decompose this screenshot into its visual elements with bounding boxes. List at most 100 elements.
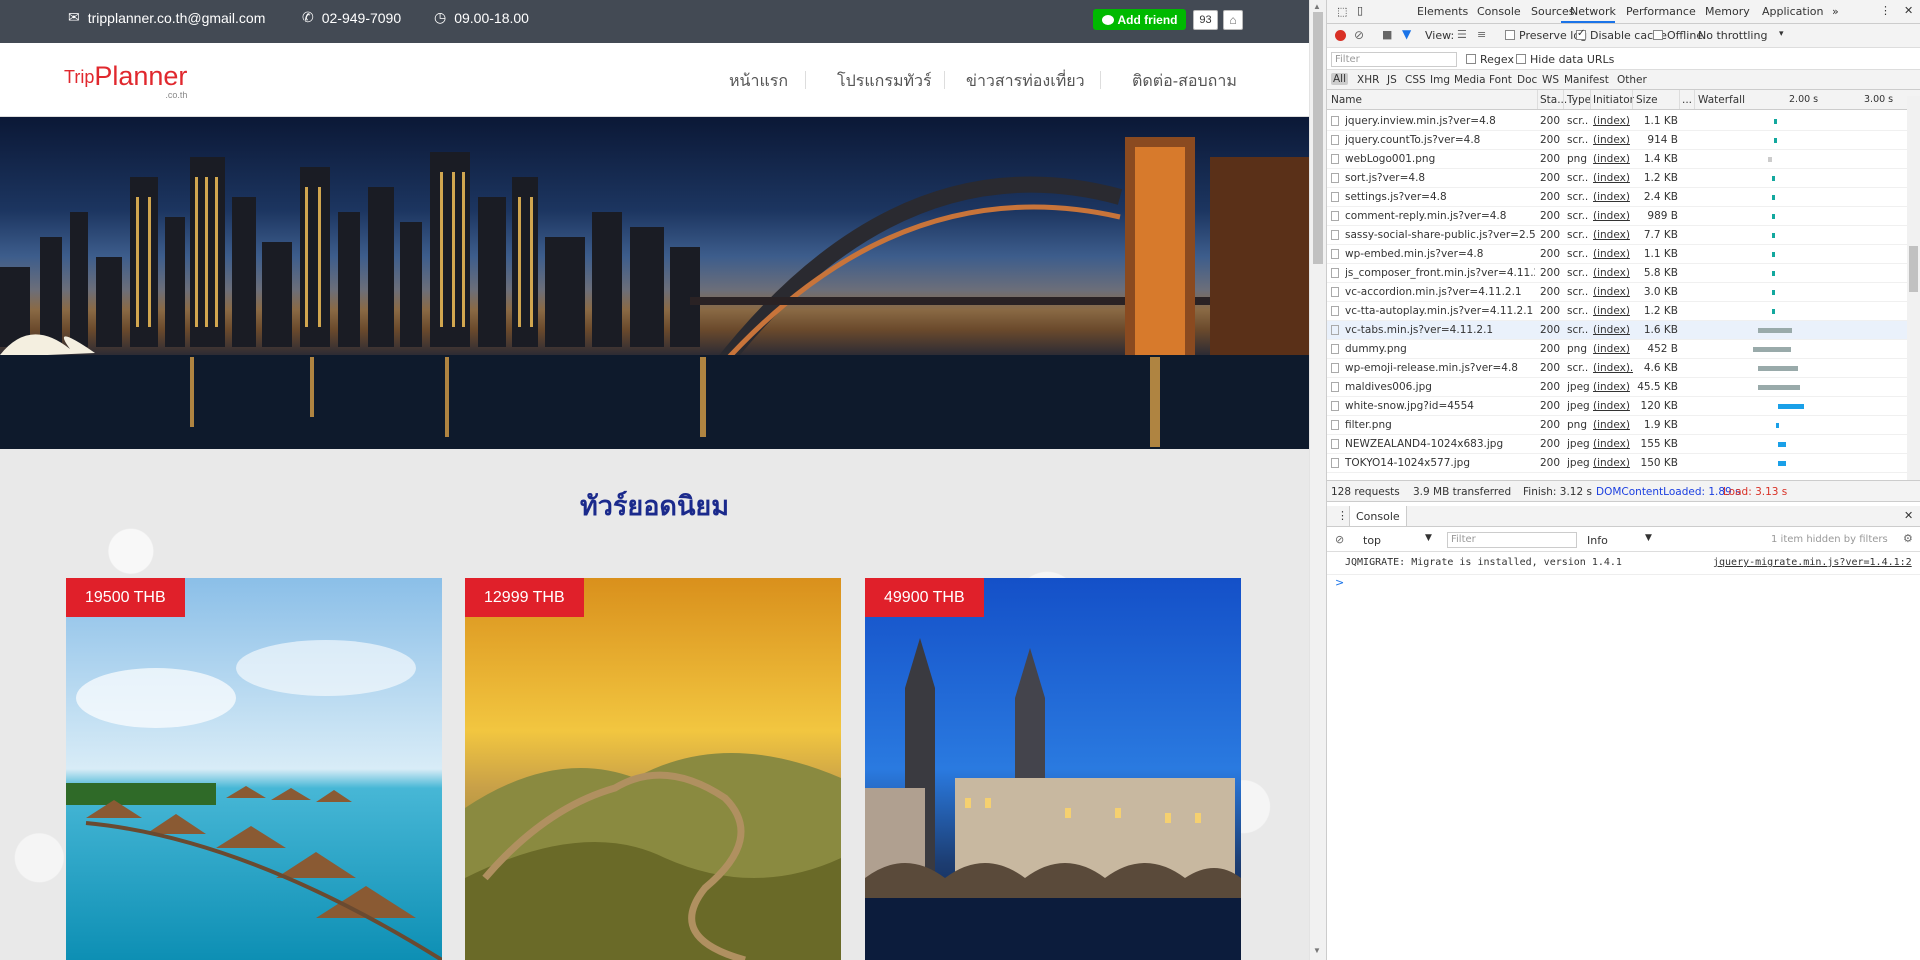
type-font[interactable]: Font [1489,74,1512,86]
request-row[interactable]: maldives006.jpg 200 jpeg (index) 45.5 KB [1327,378,1907,397]
col-more[interactable]: ... [1682,94,1692,106]
tab-performance[interactable]: Performance [1626,5,1696,18]
scroll-down-arrow[interactable]: ▼ [1313,946,1321,955]
type-img[interactable]: Img [1430,74,1450,86]
chevron-down-icon[interactable]: ▾ [1779,29,1784,39]
request-initiator[interactable]: (index)... [1593,362,1633,374]
tour-card-great-wall[interactable]: 12999 THB [465,578,841,960]
console-filter-input[interactable]: Filter [1447,532,1577,548]
request-row[interactable]: vc-tabs.min.js?ver=4.11.2.1 200 scr... (ind… [1327,321,1907,340]
log-level-select[interactable]: Info [1587,534,1608,547]
request-row[interactable]: wp-embed.min.js?ver=4.8 200 scr... (index) 1… [1327,245,1907,264]
console-message-source[interactable]: jquery-migrate.min.js?ver=1.4.1:2 [1713,557,1912,568]
type-doc[interactable]: Doc [1517,74,1537,86]
type-js[interactable]: JS [1387,74,1397,86]
request-initiator[interactable]: (index) [1593,153,1633,165]
request-row[interactable]: jquery.inview.min.js?ver=4.8 200 scr... (in… [1327,112,1907,131]
home-icon[interactable]: ⌂ [1223,10,1243,30]
request-initiator[interactable]: (index) [1593,191,1633,203]
type-all[interactable]: All [1331,73,1349,85]
request-initiator[interactable]: (index) [1593,229,1633,241]
request-row[interactable]: vc-tta-autoplay.min.js?ver=4.11.2.1 200 sc… [1327,302,1907,321]
camera-icon[interactable]: ■ [1382,28,1392,41]
tab-console[interactable]: Console [1477,5,1521,18]
preserve-log-checkbox[interactable]: Preserve log [1505,29,1587,42]
regex-checkbox[interactable]: Regex [1466,53,1514,66]
request-initiator[interactable]: (index) [1593,115,1633,127]
type-xhr[interactable]: XHR [1357,74,1379,86]
chevron-down-icon[interactable]: ▼ [1425,533,1432,543]
device-toolbar-icon[interactable]: ▯ [1357,4,1363,17]
menu-home[interactable]: หน้าแรก [729,69,788,94]
type-media[interactable]: Media [1454,74,1486,86]
request-initiator[interactable]: (index) [1593,267,1633,279]
tab-application[interactable]: Application [1762,5,1823,18]
request-initiator[interactable]: (index) [1593,381,1633,393]
request-row[interactable]: wp-emoji-release.min.js?ver=4.8 200 scr...… [1327,359,1907,378]
request-initiator[interactable]: (index) [1593,210,1633,222]
network-filter-input[interactable]: Filter [1331,52,1457,67]
hide-data-urls-checkbox[interactable]: Hide data URLs [1516,53,1614,66]
scrollbar-thumb[interactable] [1313,12,1323,264]
request-row[interactable]: TOKYO14-1024x577.jpg 200 jpeg (index) 150 KB [1327,454,1907,473]
request-row[interactable]: dummy.png 200 png (index) 452 B [1327,340,1907,359]
request-initiator[interactable]: (index) [1593,305,1633,317]
request-row[interactable]: js_composer_front.min.js?ver=4.11.2.1 200… [1327,264,1907,283]
scrollbar-thumb[interactable] [1909,246,1918,292]
request-row[interactable]: jquery.countTo.js?ver=4.8 200 scr... (index… [1327,131,1907,150]
request-row[interactable]: filter.png 200 png (index) 1.9 KB [1327,416,1907,435]
request-row[interactable]: sort.js?ver=4.8 200 scr... (index) 1.2 KB [1327,169,1907,188]
clear-console-icon[interactable]: ⊘ [1335,533,1344,546]
filter-icon[interactable]: ▼ [1402,27,1411,41]
col-waterfall[interactable]: Waterfall [1698,94,1745,106]
request-row[interactable]: comment-reply.min.js?ver=4.8 200 scr... (in… [1327,207,1907,226]
tab-memory[interactable]: Memory [1705,5,1750,18]
col-type[interactable]: Type [1567,94,1591,106]
tab-network[interactable]: Network [1570,5,1616,18]
request-initiator[interactable]: (index) [1593,457,1633,469]
kebab-menu-icon[interactable]: ⋮ [1880,4,1891,17]
request-initiator[interactable]: (index) [1593,438,1633,450]
tour-card-prague[interactable]: 49900 THB [865,578,1241,960]
menu-contact[interactable]: ติดต่อ-สอบถาม [1132,69,1237,94]
gear-icon[interactable]: ⚙ [1903,532,1913,545]
tab-elements[interactable]: Elements [1417,5,1468,18]
drawer-menu-icon[interactable]: ⋮ [1337,509,1348,522]
col-initiator[interactable]: Initiator [1593,94,1634,106]
add-friend-button[interactable]: Add friend [1093,9,1186,30]
large-rows-icon[interactable]: ☰ [1457,28,1467,41]
request-row[interactable]: white-snow.jpg?id=4554 200 jpeg (index) 120 … [1327,397,1907,416]
close-drawer-icon[interactable]: ✕ [1904,509,1913,522]
request-initiator[interactable]: (index) [1593,400,1633,412]
menu-travel-news[interactable]: ข่าวสารท่องเที่ยว [966,69,1085,94]
overview-icon[interactable]: ≡ [1477,28,1486,41]
request-initiator[interactable]: (index) [1593,172,1633,184]
tab-sources[interactable]: Sources [1531,5,1575,18]
col-size[interactable]: Size [1636,94,1658,106]
type-css[interactable]: CSS [1405,74,1426,86]
record-icon[interactable] [1335,30,1346,41]
tour-card-maldives[interactable]: 19500 THB [66,578,442,960]
menu-tour-programs[interactable]: โปรแกรมทัวร์ [837,69,932,94]
request-row[interactable]: NEWZEALAND4-1024x683.jpg 200 jpeg (index) 15… [1327,435,1907,454]
request-row[interactable]: vc-accordion.min.js?ver=4.11.2.1 200 scr..… [1327,283,1907,302]
request-initiator[interactable]: (index) [1593,248,1633,260]
type-other[interactable]: Other [1617,74,1647,86]
request-row[interactable]: webLogo001.png 200 png (index) 1.4 KB [1327,150,1907,169]
col-name[interactable]: Name [1331,94,1362,106]
throttling-select[interactable]: No throttling [1698,29,1767,42]
console-drawer-tab[interactable]: Console [1349,506,1407,526]
phone-contact[interactable]: ✆ 02-949-7090 [302,9,401,26]
type-ws[interactable]: WS [1542,74,1559,86]
type-manifest[interactable]: Manifest [1564,74,1609,86]
close-icon[interactable]: ✕ [1904,4,1913,17]
request-initiator[interactable]: (index) [1593,343,1633,355]
request-row[interactable]: sassy-social-share-public.js?ver=2.5.8 20… [1327,226,1907,245]
inspect-element-icon[interactable]: ⬚ [1337,5,1347,18]
scroll-up-arrow[interactable]: ▲ [1313,2,1321,11]
request-initiator[interactable]: (index) [1593,324,1633,336]
console-prompt[interactable]: > [1335,576,1344,589]
offline-checkbox[interactable]: Offline [1653,29,1703,42]
chevron-down-icon[interactable]: ▼ [1645,533,1652,543]
email-contact[interactable]: ✉ tripplanner.co.th@gmail.com [68,9,265,26]
